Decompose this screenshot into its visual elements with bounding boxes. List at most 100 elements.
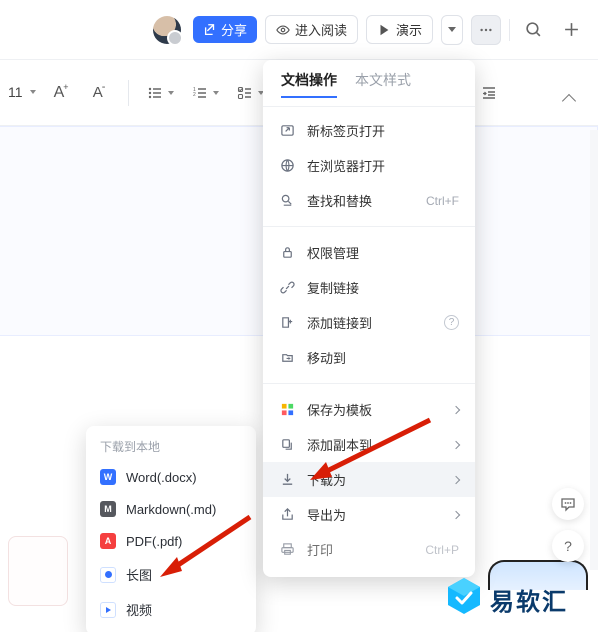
menu-shortcut: Ctrl+F <box>426 194 459 208</box>
read-mode-label: 进入阅读 <box>295 20 347 39</box>
chevron-right-icon <box>452 405 460 413</box>
video-icon <box>100 602 116 618</box>
present-label: 演示 <box>396 20 422 39</box>
menu-item-add-copy[interactable]: 添加副本到 <box>263 427 475 462</box>
menu-item-new-tab[interactable]: 新标签页打开 <box>263 113 475 148</box>
markdown-icon: M <box>100 501 116 517</box>
menu-item-export-as[interactable]: 导出为 <box>263 497 475 532</box>
menu-item-move-to[interactable]: 移动到 <box>263 340 475 375</box>
increase-font-button[interactable]: A <box>48 79 76 107</box>
download-submenu: 下载到本地 W Word(.docx) M Markdown(.md) A PD… <box>86 426 256 632</box>
scrollbar-track[interactable] <box>590 130 598 570</box>
menu-item-permissions[interactable]: 权限管理 <box>263 235 475 270</box>
menu-label: 导出为 <box>307 505 346 524</box>
submenu-label: PDF(.pdf) <box>126 534 182 549</box>
lock-icon <box>279 245 295 261</box>
submenu-title: 下载到本地 <box>86 434 256 461</box>
numbered-list-icon: 12 <box>192 85 208 101</box>
export-icon <box>279 507 295 523</box>
more-button[interactable] <box>471 15 501 45</box>
chevron-right-icon <box>452 475 460 483</box>
copy-icon <box>279 437 295 453</box>
menu-item-save-template[interactable]: 保存为模板 <box>263 392 475 427</box>
chevron-down-icon <box>213 91 219 95</box>
submenu-item-word[interactable]: W Word(.docx) <box>86 461 256 493</box>
bullet-list-icon <box>147 85 163 101</box>
search-icon <box>525 21 542 38</box>
submenu-item-pdf[interactable]: A PDF(.pdf) <box>86 525 256 557</box>
avatar[interactable] <box>153 16 181 44</box>
move-icon <box>279 350 295 366</box>
template-icon <box>279 402 295 418</box>
submenu-label: Markdown(.md) <box>126 502 216 517</box>
floating-buttons: ? <box>552 488 584 562</box>
svg-text:2: 2 <box>193 92 196 98</box>
menu-item-find-replace[interactable]: 查找和替换 Ctrl+F <box>263 183 475 218</box>
print-icon <box>279 542 295 558</box>
submenu-label: 长图 <box>126 565 152 584</box>
share-icon <box>203 23 217 37</box>
menu-label: 添加链接到 <box>307 313 372 332</box>
share-button[interactable]: 分享 <box>193 16 257 43</box>
plus-icon <box>563 21 580 38</box>
share-label: 分享 <box>221 20 247 39</box>
image-icon <box>100 567 116 583</box>
indent-icon <box>481 85 497 101</box>
tab-text-styles[interactable]: 本文样式 <box>355 70 411 98</box>
menu-label: 保存为模板 <box>307 400 372 419</box>
present-button[interactable]: 演示 <box>366 15 433 44</box>
menu-item-open-browser[interactable]: 在浏览器打开 <box>263 148 475 183</box>
submenu-item-long-image[interactable]: 长图 <box>86 557 256 592</box>
background-cards <box>8 536 68 606</box>
pdf-icon: A <box>100 533 116 549</box>
menu-label: 权限管理 <box>307 243 359 262</box>
menu-item-add-link-to[interactable]: 添加链接到 ? <box>263 305 475 340</box>
collapse-panel-button[interactable] <box>564 96 584 106</box>
add-link-icon <box>279 315 295 331</box>
menu-label: 查找和替换 <box>307 191 372 210</box>
chevron-right-icon <box>452 440 460 448</box>
menu-label: 在浏览器打开 <box>307 156 385 175</box>
add-button[interactable] <box>556 15 586 45</box>
search-button[interactable] <box>518 15 548 45</box>
tab-doc-operations[interactable]: 文档操作 <box>281 70 337 98</box>
submenu-item-video[interactable]: 视频 <box>86 592 256 627</box>
menu-item-copy-link[interactable]: 复制链接 <box>263 270 475 305</box>
decrease-font-button[interactable]: A <box>86 79 114 107</box>
help-button[interactable]: ? <box>552 530 584 562</box>
word-icon: W <box>100 469 116 485</box>
font-size-selector[interactable]: 11 <box>6 81 38 104</box>
chevron-down-icon <box>30 90 36 94</box>
top-bar: 分享 进入阅读 演示 <box>0 0 598 60</box>
eye-icon <box>276 23 290 37</box>
submenu-item-markdown[interactable]: M Markdown(.md) <box>86 493 256 525</box>
new-tab-icon <box>279 123 295 139</box>
help-icon[interactable]: ? <box>444 315 459 330</box>
find-icon <box>279 193 295 209</box>
checklist-icon <box>237 85 253 101</box>
ellipsis-icon <box>479 23 493 37</box>
play-icon <box>377 23 391 37</box>
submenu-label: Word(.docx) <box>126 470 197 485</box>
feedback-button[interactable] <box>552 488 584 520</box>
menu-item-download-as[interactable]: 下载为 <box>263 462 475 497</box>
logo-icon <box>444 576 484 622</box>
numbered-list-button[interactable]: 12 <box>188 79 223 107</box>
read-mode-button[interactable]: 进入阅读 <box>265 15 358 44</box>
present-dropdown-button[interactable] <box>441 15 463 45</box>
chat-icon <box>560 496 576 512</box>
menu-item-print[interactable]: 打印 Ctrl+P <box>263 532 475 567</box>
link-icon <box>279 280 295 296</box>
download-icon <box>279 472 295 488</box>
watermark-text: 易软汇 <box>490 582 568 617</box>
menu-label: 新标签页打开 <box>307 121 385 140</box>
indent-button[interactable] <box>475 79 503 107</box>
chevron-down-icon <box>448 27 456 32</box>
menu-shortcut: Ctrl+P <box>425 543 459 557</box>
menu-label: 复制链接 <box>307 278 359 297</box>
menu-tabs: 文档操作 本文样式 <box>263 70 475 107</box>
watermark: 易软汇 <box>444 576 568 622</box>
globe-icon <box>279 158 295 174</box>
document-operations-menu: 文档操作 本文样式 新标签页打开 在浏览器打开 查找和替换 Ctrl+F 权限管… <box>263 60 475 577</box>
bullet-list-button[interactable] <box>143 79 178 107</box>
